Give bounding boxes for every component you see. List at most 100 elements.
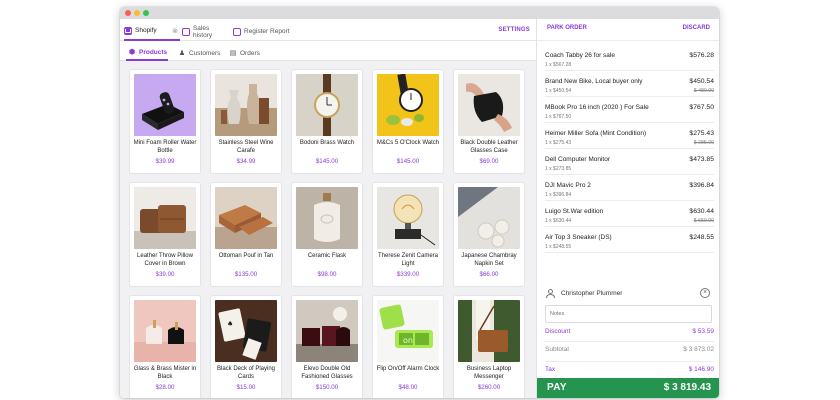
- product-price: $98.00: [317, 271, 337, 278]
- product-name: Therese Zenit Camera Light: [377, 253, 439, 268]
- close-tab-icon[interactable]: ⊗: [172, 27, 178, 35]
- product-image: [134, 187, 196, 249]
- cart-item[interactable]: Coach Tabby 26 for sale 1 x $567.28 $576…: [545, 45, 714, 71]
- sub-tab-bar: ⬢ Products ♟ Customers ▤ Orders: [120, 41, 536, 61]
- tab-sales-history[interactable]: Sales history: [182, 22, 230, 41]
- close-window-button[interactable]: [125, 10, 131, 16]
- product-price: $15.00: [236, 384, 256, 391]
- product-name: Ottoman Pouf in Tan: [218, 253, 274, 259]
- product-name: Black Deck of Playing Cards: [216, 366, 276, 381]
- person-icon: ♟: [178, 50, 186, 57]
- product-card[interactable]: Japanese Chambray Napkin Set $66.00: [454, 183, 524, 286]
- cart-item[interactable]: Air Top 3 Sneaker (DS) 1 x $248.55 $248.…: [545, 227, 714, 253]
- product-card[interactable]: Therese Zenit Camera Light $339.00: [373, 183, 443, 286]
- cart-item-name: DJI Mavic Pro 2: [545, 182, 591, 189]
- product-price: $135.00: [234, 271, 258, 278]
- product-name: M&Cs 5 O'Clock Watch: [376, 140, 440, 146]
- tab-shopify[interactable]: Shopify ⊗: [124, 22, 180, 41]
- svg-text:♠: ♠: [227, 320, 233, 328]
- cart-item-price: $450.54: [689, 78, 714, 85]
- shopping-bag-icon: [124, 26, 132, 35]
- product-price: $66.00: [479, 271, 499, 278]
- product-price: $39.00: [155, 271, 175, 278]
- product-card[interactable]: M&Cs 5 O'Clock Watch $145.00: [373, 70, 443, 173]
- tab-orders[interactable]: ▤ Orders: [229, 45, 269, 61]
- discount-value: $ 53.59: [692, 328, 714, 335]
- product-price: $150.00: [315, 384, 339, 391]
- cart-item[interactable]: Brand New Bike, Local buyer only 1 x $45…: [545, 71, 714, 97]
- product-card[interactable]: ♠ Black Deck of Playing Cards $15.00: [211, 296, 281, 398]
- pay-button[interactable]: PAY $ 3 819.43: [537, 378, 719, 398]
- product-price: $145.00: [396, 158, 420, 165]
- product-price: $260.00: [477, 384, 501, 391]
- cart-item-qty: 1 x $450.54: [545, 88, 572, 94]
- discard-button[interactable]: DISCARD: [683, 25, 710, 31]
- product-name: Elevo Double Old Fashioned Glasses: [301, 366, 353, 381]
- product-card[interactable]: Ottoman Pouf in Tan $135.00: [211, 183, 281, 286]
- cart-item[interactable]: DJI Mavic Pro 2 1 x $396.84 $396.84: [545, 175, 714, 201]
- product-name: Leather Throw Pillow Cover in Brown: [137, 253, 193, 268]
- product-card[interactable]: Black Double Leather Glasses Case $69.00: [454, 70, 524, 173]
- cart-item-name: Coach Tabby 26 for sale: [545, 52, 615, 59]
- subtotal-value: $ 3 873.02: [683, 346, 714, 353]
- product-card[interactable]: on Flip On/Off Alarm Clock $48.00: [373, 296, 443, 398]
- tax-row[interactable]: Tax $ 146.90: [545, 364, 714, 378]
- cart-item-price: $275.43: [689, 130, 714, 137]
- remove-customer-icon[interactable]: ×: [700, 288, 710, 298]
- cart-item[interactable]: MBook Pro 16 inch (2020 ) For Sale 1 x $…: [545, 97, 714, 123]
- product-name: Business Laptop Messenger: [466, 366, 512, 381]
- app-icon: [182, 27, 190, 36]
- settings-button[interactable]: SETTINGS: [498, 24, 530, 36]
- park-order-button[interactable]: PARK ORDER: [547, 25, 587, 31]
- cart-item-qty: 1 x $275.43: [545, 140, 572, 146]
- cart-item[interactable]: Heimer Miller Sofa (Mint Condition) 1 x …: [545, 123, 714, 149]
- product-card[interactable]: Business Laptop Messenger $260.00: [454, 296, 524, 398]
- cart-item-name: Luigo St.War edition: [545, 208, 604, 215]
- tab-customers[interactable]: ♟ Customers: [178, 45, 226, 61]
- app-tab-bar: Shopify ⊗ Sales history Register Report …: [120, 19, 536, 41]
- pay-total: $ 3 819.43: [663, 382, 711, 393]
- cart-item-name: MBook Pro 16 inch (2020 ) For Sale: [545, 104, 649, 111]
- product-image: [296, 74, 358, 136]
- product-price: $39.99: [155, 158, 175, 165]
- cart-item-price: $767.50: [689, 104, 714, 111]
- notes-input[interactable]: [545, 305, 712, 323]
- pay-label: PAY: [547, 382, 567, 393]
- tax-value: $ 146.90: [688, 366, 714, 373]
- tab-register-report[interactable]: Register Report: [233, 22, 323, 41]
- product-image: [215, 187, 277, 249]
- product-card[interactable]: Bodoni Brass Watch $145.00: [292, 70, 362, 173]
- product-card[interactable]: Mini Foam Roller Water Bottle $39.99: [130, 70, 200, 173]
- product-card[interactable]: Leather Throw Pillow Cover in Brown $39.…: [130, 183, 200, 286]
- product-price: $34.99: [236, 158, 256, 165]
- svg-text:on: on: [403, 336, 413, 345]
- product-card[interactable]: Stainless Steel Wine Carafe $34.99: [211, 70, 281, 173]
- minimize-window-button[interactable]: [134, 10, 140, 16]
- discount-row[interactable]: Discount $ 53.59: [545, 326, 714, 342]
- cart-item-price: $630.44: [689, 208, 714, 215]
- tab-label: Shopify: [135, 27, 157, 34]
- product-image: [134, 74, 196, 136]
- cart-pane: PARK ORDER DISCARD Coach Tabby 26 for sa…: [536, 19, 719, 398]
- cart-item[interactable]: Luigo St.War edition 1 x $630.44 $630.44…: [545, 201, 714, 227]
- cart-item-qty: 1 x $273.85: [545, 166, 572, 172]
- product-name: Glass & Brass Mister in Black: [133, 366, 197, 381]
- customer-row[interactable]: Christopher Plummer ×: [545, 286, 714, 302]
- product-card[interactable]: Ceramic Flask $98.00: [292, 183, 362, 286]
- tab-label: Sales history: [192, 24, 213, 39]
- product-card[interactable]: Glass & Brass Mister in Black $28.00: [130, 296, 200, 398]
- product-pane: Shopify ⊗ Sales history Register Report …: [120, 19, 536, 398]
- orders-icon: ▤: [229, 50, 237, 57]
- cart-item[interactable]: Dell Computer Monitor 1 x $273.85 $473.8…: [545, 149, 714, 175]
- product-card[interactable]: Elevo Double Old Fashioned Glasses $150.…: [292, 296, 362, 398]
- product-image: [296, 300, 358, 362]
- tax-label: Tax: [545, 366, 556, 373]
- cart-item-original-price: $ 285.00: [693, 140, 714, 146]
- tab-label: Orders: [240, 49, 260, 57]
- maximize-window-button[interactable]: [143, 10, 149, 16]
- product-image: [458, 300, 520, 362]
- tab-products[interactable]: ⬢ Products: [126, 45, 168, 61]
- cart-item-qty: 1 x $630.44: [545, 218, 572, 224]
- product-name: Bodoni Brass Watch: [299, 140, 355, 146]
- tab-label: Register Report: [244, 28, 290, 35]
